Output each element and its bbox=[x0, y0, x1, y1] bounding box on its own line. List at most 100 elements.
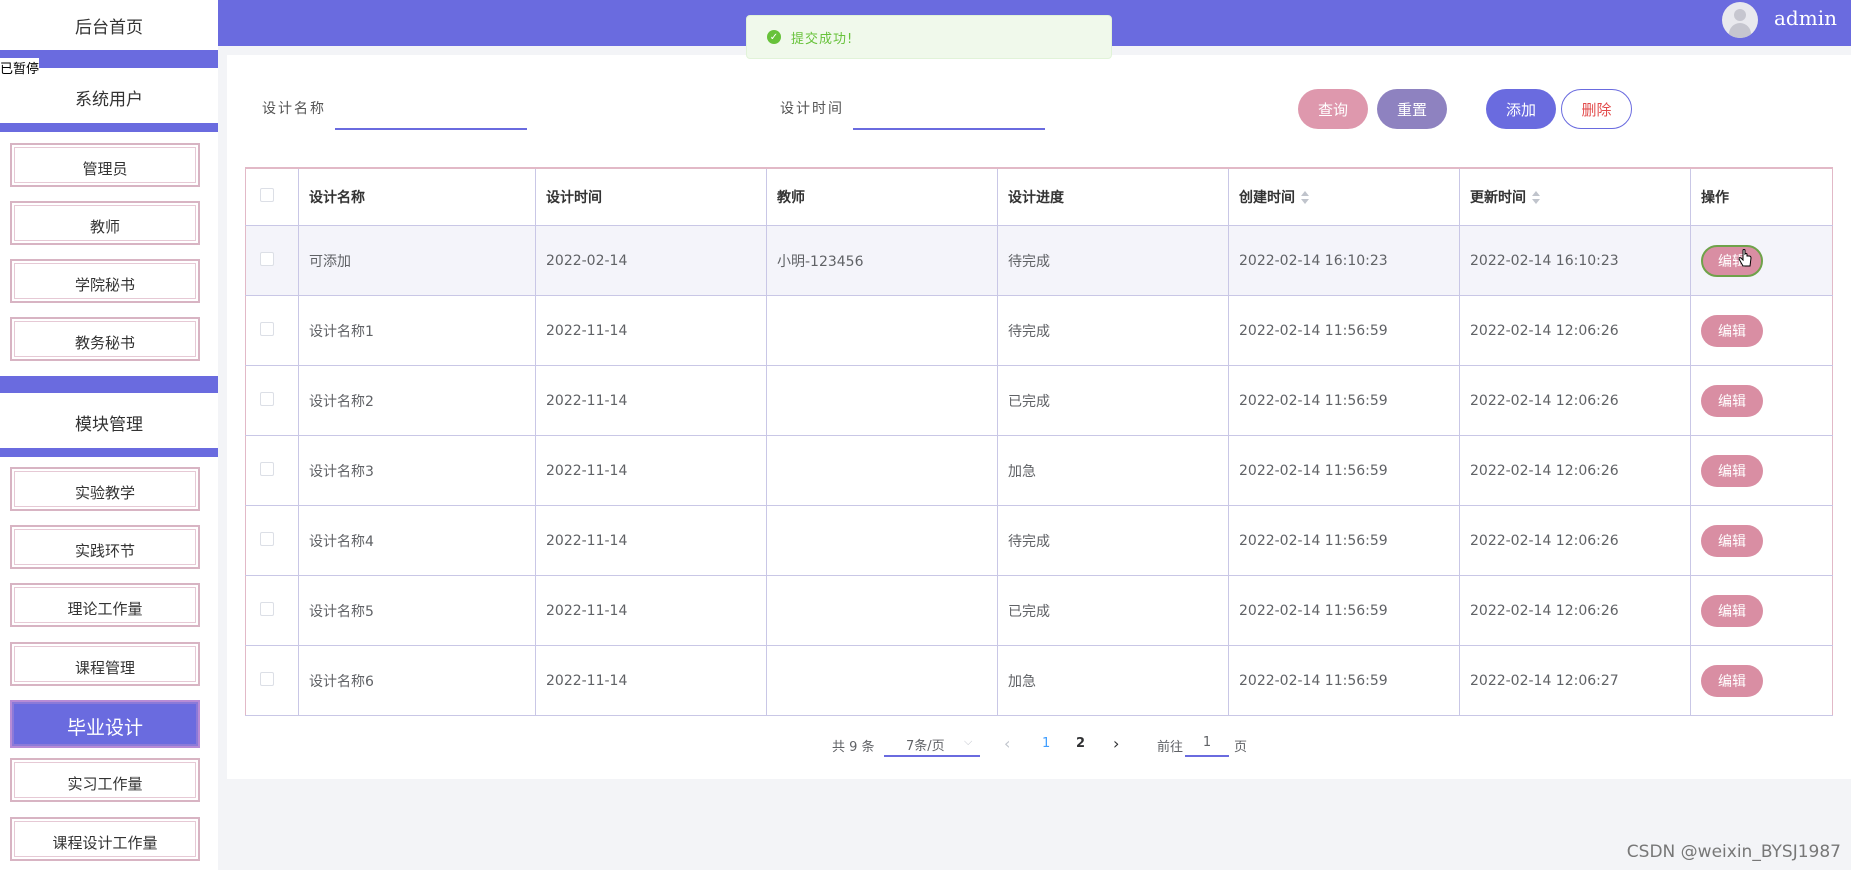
sort-icon[interactable] bbox=[1301, 191, 1309, 205]
table-row[interactable]: 设计名称6 2022-11-14 加急 2022-02-14 11:56:59 2022… bbox=[245, 645, 1833, 716]
design-name-input[interactable] bbox=[335, 100, 527, 130]
select-cell bbox=[245, 645, 299, 716]
sidebar-item-graduation-design[interactable]: 毕业设计 bbox=[10, 700, 200, 748]
teacher-cell bbox=[766, 435, 998, 506]
created-time-cell: 2022-02-14 11:56:59 bbox=[1228, 295, 1460, 366]
hand-cursor-icon bbox=[1738, 249, 1752, 267]
column-header: 教师 bbox=[766, 167, 998, 226]
page-number-1[interactable]: 1 bbox=[1042, 736, 1050, 751]
table-row[interactable]: 可添加 2022-02-14 小明-123456 待完成 2022-02-14 16:1… bbox=[245, 225, 1833, 296]
created-time-cell: 2022-02-14 11:56:59 bbox=[1228, 505, 1460, 576]
prev-page-icon[interactable]: ‹ bbox=[1004, 734, 1010, 753]
progress-cell: 加急 bbox=[997, 645, 1229, 716]
row-checkbox[interactable] bbox=[260, 461, 274, 476]
column-header: 设计名称 bbox=[298, 167, 536, 226]
edit-button[interactable]: 编辑 bbox=[1701, 524, 1763, 557]
teacher-cell: 小明-123456 bbox=[766, 225, 998, 296]
sidebar-divider bbox=[0, 376, 218, 393]
sidebar-item-academic-secretary[interactable]: 教务秘书 bbox=[10, 317, 200, 361]
row-checkbox[interactable] bbox=[260, 251, 274, 266]
sidebar-item-course-design-workload[interactable]: 课程设计工作量 bbox=[10, 817, 200, 861]
progress-cell: 待完成 bbox=[997, 505, 1229, 576]
sidebar-section-users[interactable]: 系统用户 bbox=[0, 73, 218, 121]
table-row[interactable]: 设计名称5 2022-11-14 已完成 2022-02-14 11:56:59 202… bbox=[245, 575, 1833, 646]
table-row[interactable]: 设计名称3 2022-11-14 加急 2022-02-14 11:56:59 2022… bbox=[245, 435, 1833, 506]
toast-message: 提交成功! bbox=[791, 31, 854, 47]
sidebar-item-experiment-teaching[interactable]: 实验教学 bbox=[10, 467, 200, 511]
progress-cell: 已完成 bbox=[997, 575, 1229, 646]
query-button[interactable]: 查询 bbox=[1298, 89, 1368, 129]
select-cell bbox=[245, 435, 299, 506]
goto-suffix: 页 bbox=[1234, 740, 1248, 755]
username[interactable]: admin bbox=[1774, 6, 1837, 30]
add-button[interactable]: 添加 bbox=[1486, 89, 1556, 129]
sidebar-item-practice[interactable]: 实践环节 bbox=[10, 525, 200, 569]
column-header-created[interactable]: 创建时间 bbox=[1228, 167, 1460, 226]
progress-cell: 待完成 bbox=[997, 225, 1229, 296]
edit-button[interactable]: 编辑 bbox=[1701, 454, 1763, 487]
row-checkbox[interactable] bbox=[260, 391, 274, 406]
sidebar-item-course-management[interactable]: 课程管理 bbox=[10, 642, 200, 686]
table-row[interactable]: 设计名称1 2022-11-14 待完成 2022-02-14 11:56:59 202… bbox=[245, 295, 1833, 366]
row-checkbox[interactable] bbox=[260, 671, 274, 686]
page-number-2[interactable]: 2 bbox=[1076, 736, 1085, 751]
action-cell: 编辑 bbox=[1690, 295, 1833, 366]
avatar[interactable] bbox=[1722, 2, 1758, 38]
column-header-updated[interactable]: 更新时间 bbox=[1459, 167, 1691, 226]
table-row[interactable]: 设计名称2 2022-11-14 已完成 2022-02-14 11:56:59 202… bbox=[245, 365, 1833, 436]
design-name-cell: 可添加 bbox=[298, 225, 536, 296]
goto-prefix: 前往 bbox=[1157, 740, 1184, 755]
design-name-cell: 设计名称4 bbox=[298, 505, 536, 576]
design-name-label: 设计名称 bbox=[262, 101, 326, 117]
updated-time-cell: 2022-02-14 12:06:26 bbox=[1459, 575, 1691, 646]
edit-button[interactable]: 编辑 bbox=[1701, 594, 1763, 627]
edit-button[interactable]: 编辑 bbox=[1701, 314, 1763, 347]
action-cell: 编辑 bbox=[1690, 225, 1833, 296]
design-time-input[interactable] bbox=[853, 100, 1045, 130]
table-row[interactable]: 设计名称4 2022-11-14 待完成 2022-02-14 11:56:59 202… bbox=[245, 505, 1833, 576]
sidebar-item-teacher[interactable]: 教师 bbox=[10, 201, 200, 245]
design-time-cell: 2022-11-14 bbox=[535, 575, 767, 646]
row-checkbox[interactable] bbox=[260, 601, 274, 616]
edit-button[interactable]: 编辑 bbox=[1701, 664, 1763, 697]
sidebar-home-link[interactable]: 后台首页 bbox=[0, 0, 218, 50]
created-time-cell: 2022-02-14 16:10:23 bbox=[1228, 225, 1460, 296]
next-page-icon[interactable]: › bbox=[1113, 734, 1119, 753]
delete-button[interactable]: 删除 bbox=[1561, 89, 1632, 129]
sidebar-divider bbox=[0, 448, 218, 457]
page-size-value: 7条/页 bbox=[906, 739, 945, 754]
select-cell bbox=[245, 505, 299, 576]
design-time-cell: 2022-02-14 bbox=[535, 225, 767, 296]
design-table: 设计名称 设计时间 教师 设计进度 创建时间 更新时间 操作 可添加 2022-0… bbox=[245, 167, 1833, 716]
updated-time-cell: 2022-02-14 12:06:26 bbox=[1459, 295, 1691, 366]
sidebar-item-internship-workload[interactable]: 实习工作量 bbox=[10, 758, 200, 802]
created-time-cell: 2022-02-14 11:56:59 bbox=[1228, 575, 1460, 646]
select-cell bbox=[245, 575, 299, 646]
sidebar-item-college-secretary[interactable]: 学院秘书 bbox=[10, 259, 200, 303]
design-time-cell: 2022-11-14 bbox=[535, 645, 767, 716]
design-time-cell: 2022-11-14 bbox=[535, 435, 767, 506]
pagination-total: 共 9 条 bbox=[832, 740, 875, 755]
goto-page-input[interactable]: 1 bbox=[1185, 731, 1229, 757]
sidebar-item-admin[interactable]: 管理员 bbox=[10, 143, 200, 187]
design-name-cell: 设计名称1 bbox=[298, 295, 536, 366]
design-name-cell: 设计名称3 bbox=[298, 435, 536, 506]
edit-button[interactable]: 编辑 bbox=[1701, 244, 1763, 277]
progress-cell: 加急 bbox=[997, 435, 1229, 506]
sidebar-section-modules[interactable]: 模块管理 bbox=[0, 398, 218, 446]
select-all-checkbox[interactable] bbox=[260, 188, 274, 202]
sidebar-item-theory-workload[interactable]: 理论工作量 bbox=[10, 583, 200, 627]
action-cell: 编辑 bbox=[1690, 645, 1833, 716]
updated-time-cell: 2022-02-14 16:10:23 bbox=[1459, 225, 1691, 296]
sort-icon[interactable] bbox=[1532, 191, 1540, 205]
reset-button[interactable]: 重置 bbox=[1377, 89, 1447, 129]
select-cell bbox=[245, 225, 299, 296]
created-time-cell: 2022-02-14 11:56:59 bbox=[1228, 435, 1460, 506]
row-checkbox[interactable] bbox=[260, 321, 274, 336]
design-time-label: 设计时间 bbox=[780, 101, 844, 117]
column-header: 操作 bbox=[1690, 167, 1833, 226]
row-checkbox[interactable] bbox=[260, 531, 274, 546]
sidebar: 后台首页 系统用户 管理员 教师 学院秘书 教务秘书 模块管理 实验教学 实践环… bbox=[0, 0, 218, 870]
edit-button[interactable]: 编辑 bbox=[1701, 384, 1763, 417]
page-size-select[interactable]: 7条/页 ⌵ bbox=[884, 731, 980, 757]
